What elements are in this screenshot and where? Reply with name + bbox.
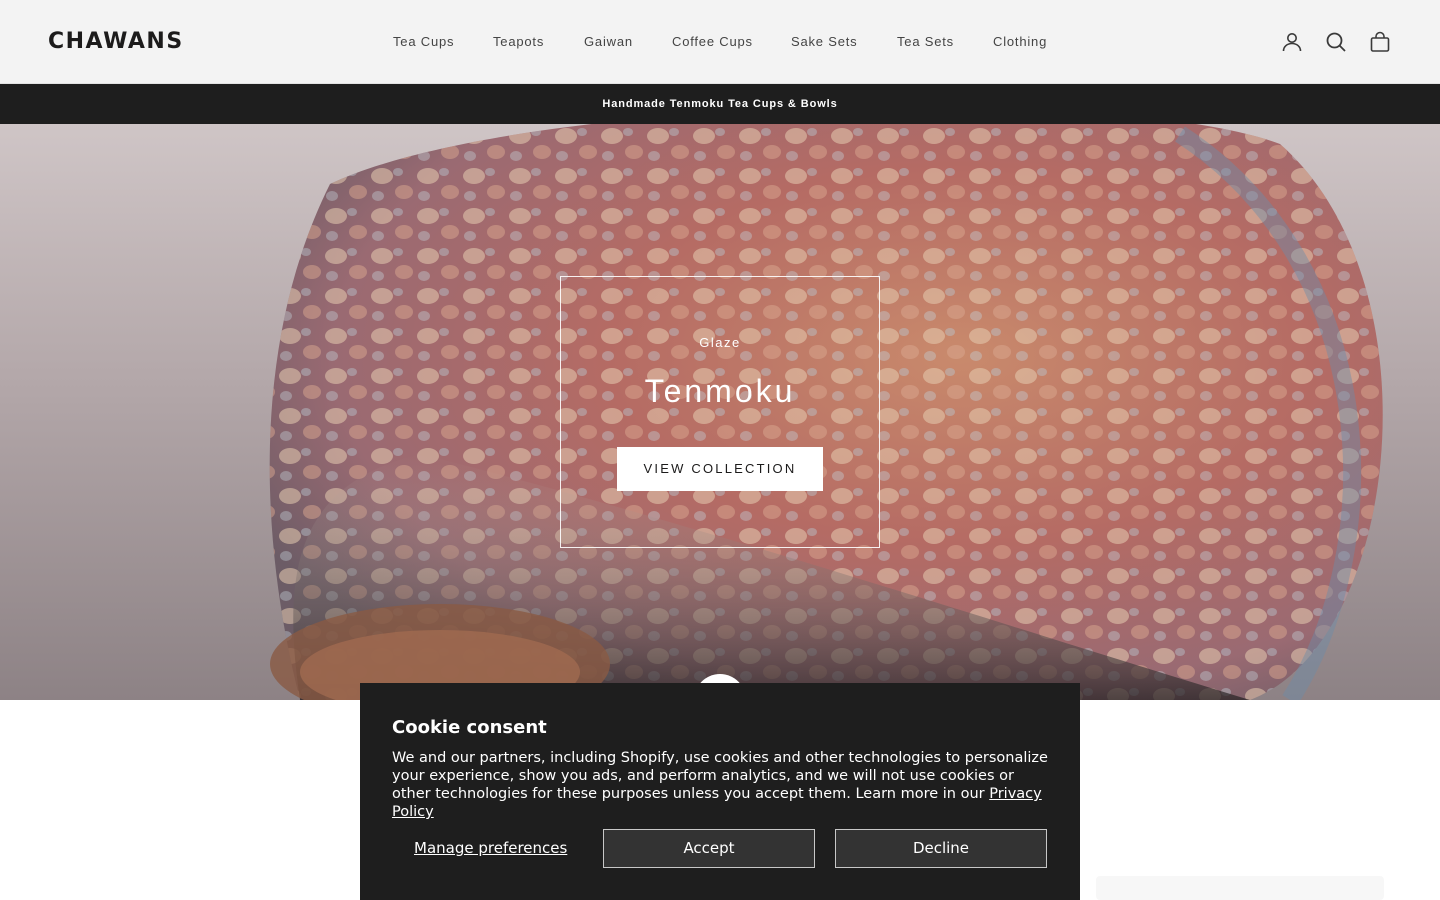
hero-content-box: Glaze Tenmoku VIEW COLLECTION xyxy=(560,276,880,548)
nav-item-sake-sets[interactable]: Sake Sets xyxy=(791,32,857,52)
accept-button[interactable]: Accept xyxy=(603,829,815,868)
cookie-consent-banner: Cookie consent We and our partners, incl… xyxy=(360,683,1080,900)
nav-item-gaiwan[interactable]: Gaiwan xyxy=(584,32,633,52)
cookie-body-text: We and our partners, including Shopify, … xyxy=(392,750,1048,802)
nav-item-tea-cups[interactable]: Tea Cups xyxy=(393,32,454,52)
account-icon[interactable] xyxy=(1280,30,1304,54)
background-card xyxy=(1096,876,1384,900)
decline-button[interactable]: Decline xyxy=(835,829,1047,868)
cart-icon[interactable] xyxy=(1368,30,1392,54)
nav-item-coffee-cups[interactable]: Coffee Cups xyxy=(672,32,753,52)
main-nav: Tea Cups Teapots Gaiwan Coffee Cups Sake… xyxy=(0,32,1440,52)
search-icon[interactable] xyxy=(1324,30,1348,54)
nav-item-tea-sets[interactable]: Tea Sets xyxy=(897,32,954,52)
site-header: CHAWANS Tea Cups Teapots Gaiwan Coffee C… xyxy=(0,0,1440,84)
view-collection-button[interactable]: VIEW COLLECTION xyxy=(617,447,823,491)
announcement-bar: Handmade Tenmoku Tea Cups & Bowls xyxy=(0,84,1440,124)
nav-item-clothing[interactable]: Clothing xyxy=(993,32,1047,52)
hero-eyebrow: Glaze xyxy=(699,335,741,350)
cookie-body: We and our partners, including Shopify, … xyxy=(392,749,1052,821)
cookie-title: Cookie consent xyxy=(392,717,547,738)
nav-item-teapots[interactable]: Teapots xyxy=(493,32,544,52)
manage-preferences-link[interactable]: Manage preferences xyxy=(414,838,567,858)
hero-banner: Glaze Tenmoku VIEW COLLECTION xyxy=(0,124,1440,700)
hero-title: Tenmoku xyxy=(644,373,796,409)
